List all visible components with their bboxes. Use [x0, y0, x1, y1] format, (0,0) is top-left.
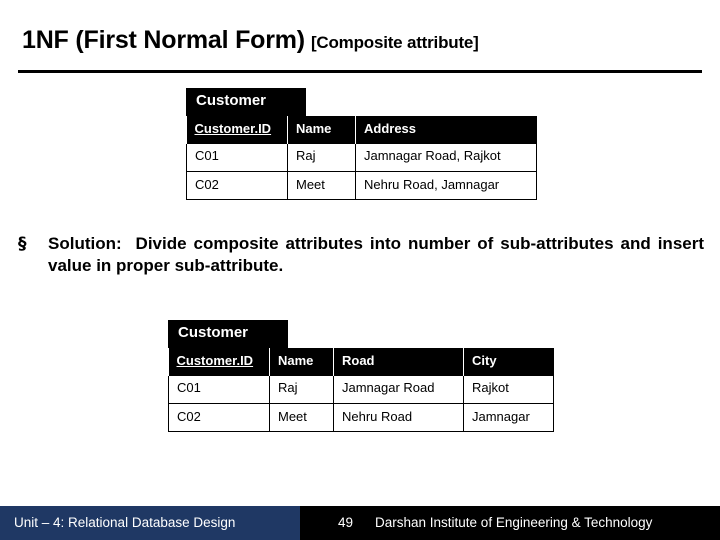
title-divider	[18, 70, 702, 73]
table-row: C02 Meet Nehru Road Jamnagar	[168, 403, 554, 432]
column-header-road: Road	[333, 347, 464, 376]
page-title-main: 1NF (First Normal Form)	[22, 26, 305, 54]
solution-emphasis-2: number of sub-attributes	[407, 234, 614, 253]
cell-customer-id: C01	[186, 143, 288, 172]
customer-table-normalized: Customer Customer.ID Name Road City C01 …	[168, 320, 554, 432]
solution-paragraph: § Solution: Divide composite attributes …	[18, 233, 704, 277]
cell-city: Rajkot	[463, 375, 554, 404]
cell-name: Meet	[269, 403, 334, 432]
page-title-subtitle: [Composite attribute]	[310, 33, 479, 52]
cell-customer-id: C02	[168, 403, 270, 432]
column-header-name: Name	[269, 347, 334, 376]
column-header-name: Name	[287, 115, 356, 144]
solution-label: Solution:	[48, 234, 122, 253]
table-row: C01 Raj Jamnagar Road, Rajkot	[186, 143, 537, 172]
column-header-customer-id: Customer.ID	[186, 115, 288, 144]
table-caption-bottom: Customer	[168, 320, 288, 348]
table-caption-top: Customer	[186, 88, 306, 116]
table-row: C01 Raj Jamnagar Road Rajkot	[168, 375, 554, 404]
solution-text: Solution: Divide composite attributes in…	[48, 233, 704, 277]
solution-emphasis-1: Divide composite attributes	[135, 234, 363, 253]
cell-name: Raj	[287, 143, 356, 172]
table-header-row: Customer.ID Name Address	[186, 115, 537, 144]
solution-mid: into	[369, 234, 402, 253]
footer-page-number: 49	[338, 515, 354, 530]
bullet-marker-icon: §	[18, 234, 27, 254]
cell-address: Nehru Road, Jamnagar	[355, 171, 537, 200]
table-row: C02 Meet Nehru Road, Jamnagar	[186, 171, 537, 200]
column-header-address: Address	[355, 115, 537, 144]
table-bottom: Customer.ID Name Road City C01 Raj Jamna…	[168, 347, 554, 432]
cell-road: Nehru Road	[333, 403, 464, 432]
slide-title-area: 1NF (First Normal Form) [Composite attrib…	[0, 0, 720, 74]
cell-name: Meet	[287, 171, 356, 200]
cell-customer-id: C01	[168, 375, 270, 404]
table-header-row: Customer.ID Name Road City	[168, 347, 554, 376]
table-top: Customer.ID Name Address C01 Raj Jamnaga…	[186, 115, 537, 200]
cell-city: Jamnagar	[463, 403, 554, 432]
slide-footer: Unit – 4: Relational Database Design 49 …	[0, 506, 720, 540]
cell-road: Jamnagar Road	[333, 375, 464, 404]
column-header-city: City	[463, 347, 554, 376]
column-header-customer-id: Customer.ID	[168, 347, 270, 376]
cell-address: Jamnagar Road, Rajkot	[355, 143, 537, 172]
cell-name: Raj	[269, 375, 334, 404]
footer-institute-label: Darshan Institute of Engineering & Techn…	[375, 515, 653, 530]
footer-unit-label: Unit – 4: Relational Database Design	[14, 515, 236, 530]
page-title: 1NF (First Normal Form) [Composite attrib…	[22, 26, 479, 55]
customer-table-original: Customer Customer.ID Name Address C01 Ra…	[186, 88, 537, 200]
cell-customer-id: C02	[186, 171, 288, 200]
